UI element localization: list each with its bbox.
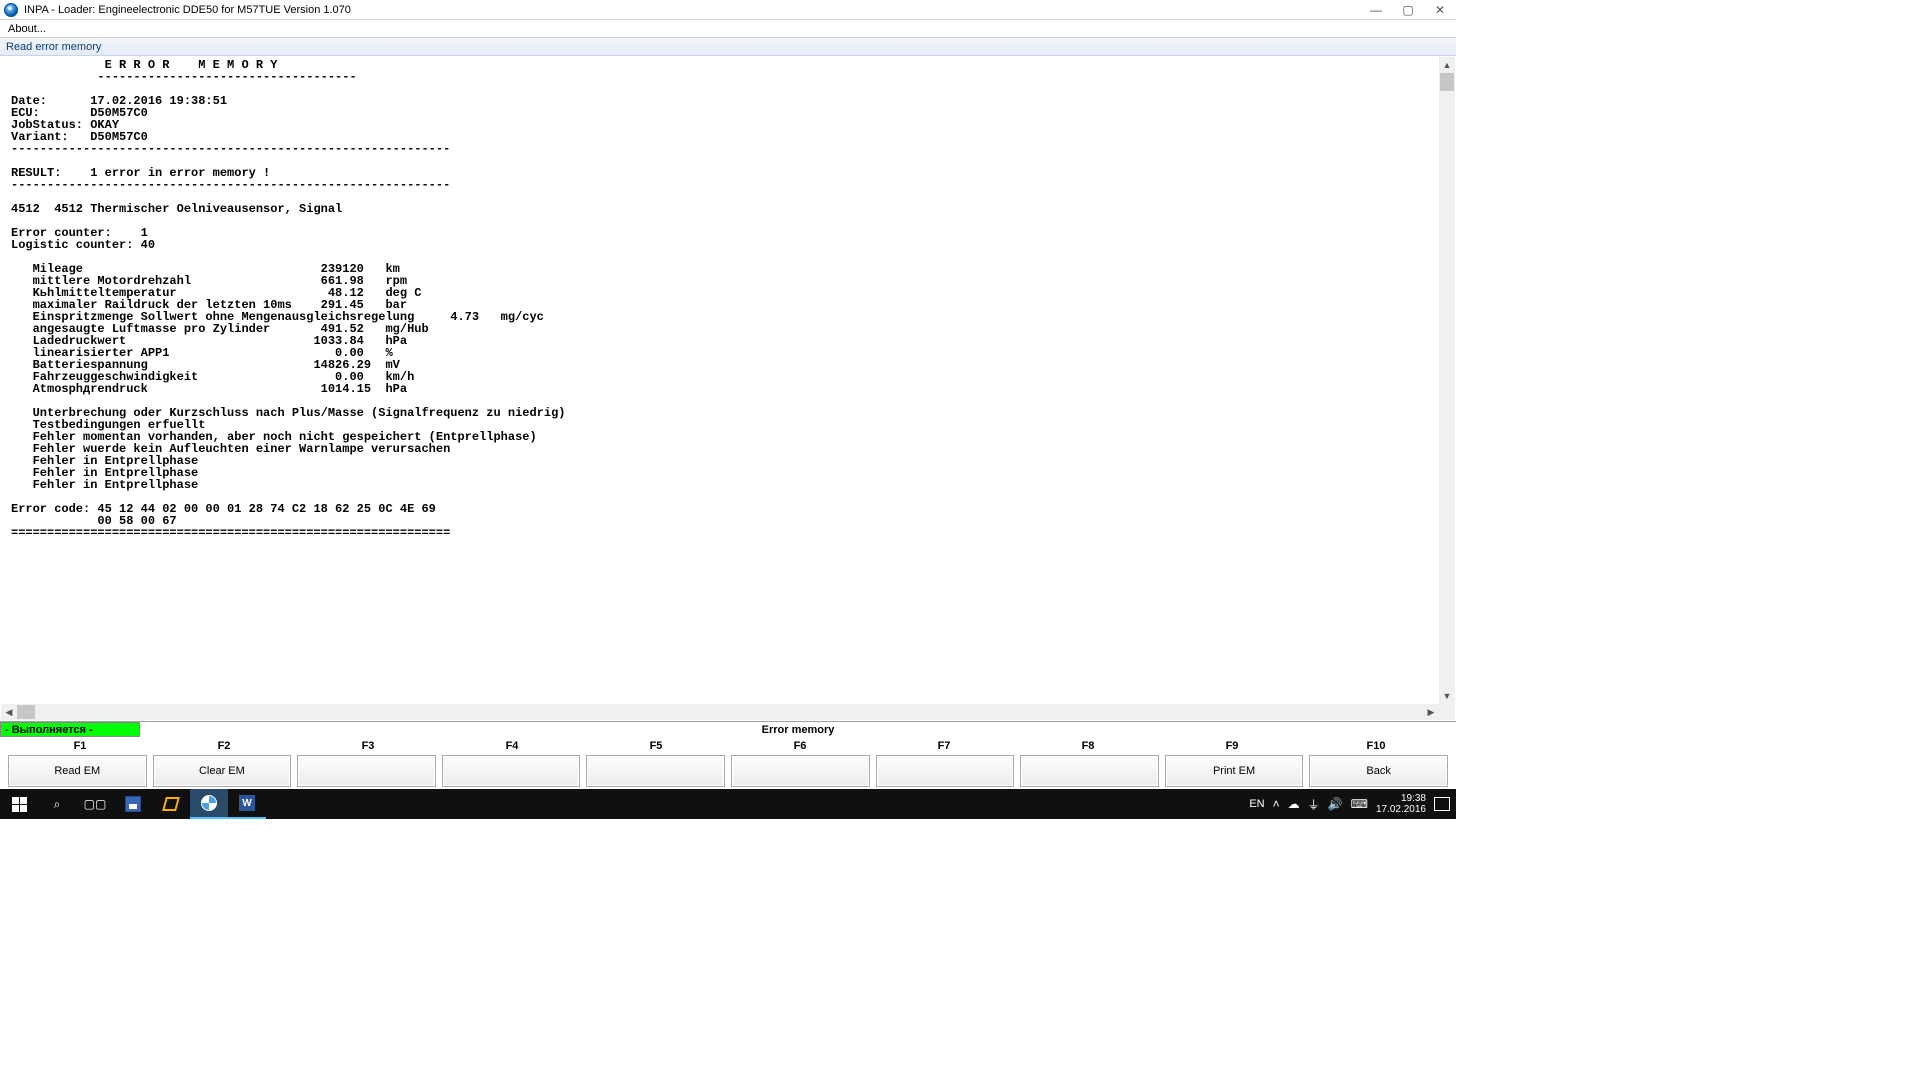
status-exec-badge: - Выполняется - xyxy=(0,722,140,737)
status-center-label: Error memory xyxy=(140,722,1456,737)
content-area: E R R O R M E M O R Y ------------------… xyxy=(0,56,1456,721)
scroll-down-icon[interactable]: ▼ xyxy=(1439,688,1455,704)
clock-date: 17.02.2016 xyxy=(1376,804,1426,815)
window-title: INPA - Loader: Engineelectronic DDE50 fo… xyxy=(24,4,351,16)
taskbar-app-inpa[interactable] xyxy=(190,789,228,819)
taskview-icon: ▢▢ xyxy=(84,797,107,811)
fkey-label-f9: F9 xyxy=(1160,737,1304,755)
report-text: E R R O R M E M O R Y ------------------… xyxy=(1,57,1439,539)
fkey-label-f7: F7 xyxy=(872,737,1016,755)
tray-network-icon[interactable]: ⏚ xyxy=(1308,796,1320,813)
tray-volume-icon[interactable]: 🔊 xyxy=(1328,797,1343,811)
taskview-button[interactable]: ▢▢ xyxy=(76,789,114,819)
fkey-f5-button[interactable] xyxy=(586,755,725,787)
section-title: Read error memory xyxy=(0,38,1456,56)
windows-icon xyxy=(12,797,27,812)
tray-keyboard-icon[interactable]: ⌨ xyxy=(1351,797,1368,811)
report-viewport: E R R O R M E M O R Y ------------------… xyxy=(1,57,1439,704)
close-button[interactable]: ✕ xyxy=(1424,0,1456,19)
floppy-icon xyxy=(125,796,141,812)
taskbar: ⌕ ▢▢ W EN ˄ ☁ ⏚ 🔊 ⌨ 19:38 17.02.2016 xyxy=(0,789,1456,819)
minimize-button[interactable]: — xyxy=(1360,0,1392,19)
fkey-label-f2: F2 xyxy=(152,737,296,755)
maximize-button[interactable]: ▢ xyxy=(1392,0,1424,19)
print-em-button[interactable]: Print EM xyxy=(1165,755,1304,787)
fkey-buttons-row: Read EM Clear EM Print EM Back xyxy=(0,755,1456,789)
fkey-f3-button[interactable] xyxy=(297,755,436,787)
word-icon: W xyxy=(239,795,255,811)
titlebar: INPA - Loader: Engineelectronic DDE50 fo… xyxy=(0,0,1456,20)
taskbar-app-winamp[interactable] xyxy=(152,789,190,819)
clock-time: 19:38 xyxy=(1401,793,1426,804)
scroll-left-icon[interactable]: ◀ xyxy=(1,704,17,720)
winamp-icon xyxy=(162,797,180,811)
fkey-label-f4: F4 xyxy=(440,737,584,755)
scroll-up-icon[interactable]: ▲ xyxy=(1439,57,1455,73)
tray-chevron-icon[interactable]: ˄ xyxy=(1273,797,1280,811)
menu-about[interactable]: About... xyxy=(4,23,50,35)
start-button[interactable] xyxy=(0,789,38,819)
fkey-label-f10: F10 xyxy=(1304,737,1448,755)
fkey-labels-row: F1 F2 F3 F4 F5 F6 F7 F8 F9 F10 xyxy=(0,737,1456,755)
tray-onedrive-icon[interactable]: ☁ xyxy=(1288,797,1300,811)
bmw-icon xyxy=(201,795,217,811)
fkey-label-f1: F1 xyxy=(8,737,152,755)
read-em-button[interactable]: Read EM xyxy=(8,755,147,787)
horizontal-scroll-thumb[interactable] xyxy=(17,705,35,719)
search-icon: ⌕ xyxy=(54,797,61,812)
taskbar-app-save[interactable] xyxy=(114,789,152,819)
action-center-icon[interactable] xyxy=(1434,797,1450,811)
input-language[interactable]: EN xyxy=(1249,798,1264,810)
scroll-right-icon[interactable]: ▶ xyxy=(1423,704,1439,720)
scroll-corner xyxy=(1439,704,1455,720)
vertical-scrollbar[interactable]: ▲ ▼ xyxy=(1439,57,1455,704)
taskbar-clock[interactable]: 19:38 17.02.2016 xyxy=(1376,793,1426,815)
back-button[interactable]: Back xyxy=(1309,755,1448,787)
fkey-f6-button[interactable] xyxy=(731,755,870,787)
clear-em-button[interactable]: Clear EM xyxy=(153,755,292,787)
fkey-label-f3: F3 xyxy=(296,737,440,755)
fkey-label-f5: F5 xyxy=(584,737,728,755)
app-icon xyxy=(4,3,18,17)
taskbar-app-word[interactable]: W xyxy=(228,789,266,819)
vertical-scroll-thumb[interactable] xyxy=(1440,73,1454,91)
fkey-label-f6: F6 xyxy=(728,737,872,755)
fkey-f4-button[interactable] xyxy=(442,755,581,787)
fkey-f8-button[interactable] xyxy=(1020,755,1159,787)
search-button[interactable]: ⌕ xyxy=(38,789,76,819)
status-bar: - Выполняется - Error memory xyxy=(0,721,1456,737)
menubar: About... xyxy=(0,20,1456,38)
fkey-label-f8: F8 xyxy=(1016,737,1160,755)
horizontal-scrollbar[interactable]: ◀ ▶ xyxy=(1,704,1439,720)
fkey-f7-button[interactable] xyxy=(876,755,1015,787)
